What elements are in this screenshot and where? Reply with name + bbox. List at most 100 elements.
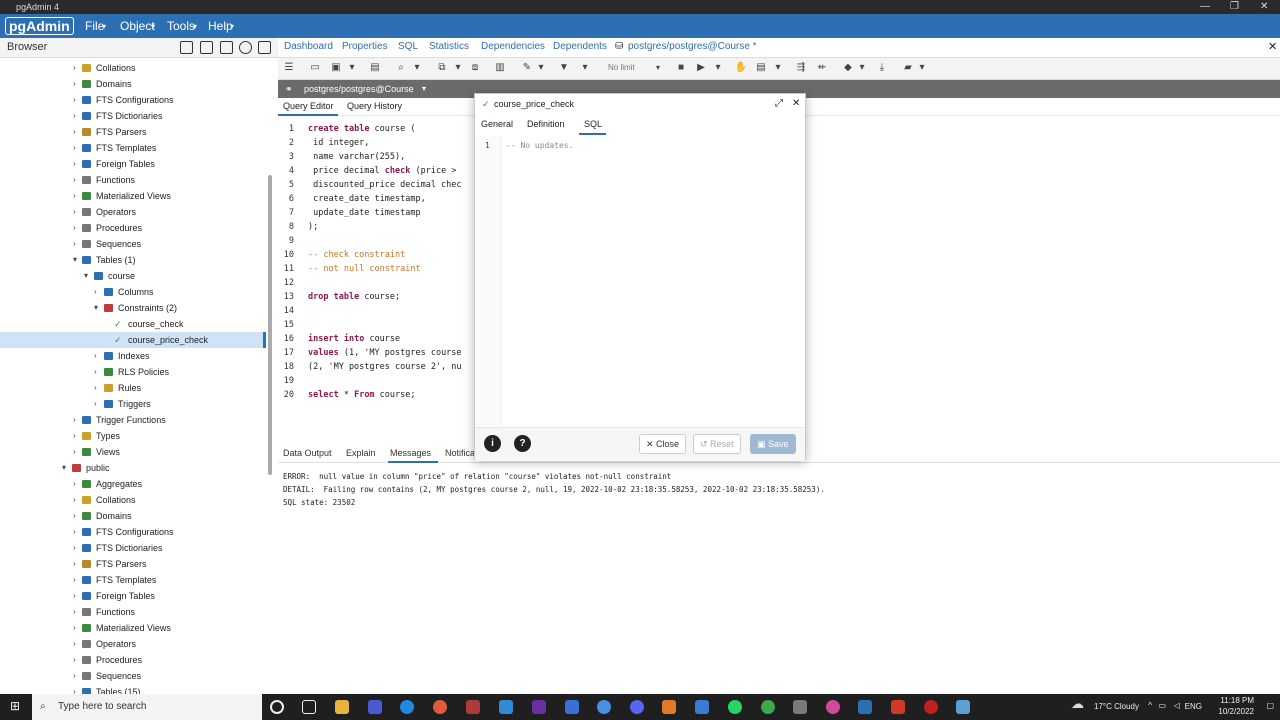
clock-time[interactable]: 11:18 PM [1220,696,1254,705]
weather-text[interactable]: 17°C Cloudy [1094,702,1139,711]
tree-item[interactable]: ✓ course_price_check [0,332,266,348]
delete-icon[interactable]: ▥ [493,61,507,75]
chevron-right-icon[interactable]: › [73,140,76,156]
tree-item[interactable]: › FTS Parsers [0,124,266,140]
chevron-down-icon[interactable]: ▾ [534,61,548,75]
app-icon[interactable] [466,700,480,714]
chevron-right-icon[interactable]: › [73,108,76,124]
macros-icon[interactable]: ▰ [901,61,915,75]
edit-icon[interactable]: ▤ [368,61,382,75]
psql-tool-icon[interactable] [258,41,271,54]
tree-item[interactable]: › FTS Configurations [0,92,266,108]
chevron-down-icon[interactable]: ▾ [410,61,424,75]
chevron-down-icon[interactable]: ▾ [711,61,725,75]
file-explorer-icon[interactable] [335,700,349,714]
filter-rows-icon[interactable] [220,41,233,54]
tree-item[interactable]: ▾ Tables (1) [0,252,266,268]
tab-data-output[interactable]: Data Output [283,448,332,458]
chevron-down-icon[interactable]: ▾ [84,268,88,284]
chevron-right-icon[interactable]: › [73,572,76,588]
app-icon[interactable] [597,700,611,714]
tree-item[interactable]: › Triggers [0,396,266,412]
tree-item[interactable]: › FTS Configurations [0,524,266,540]
chevron-right-icon[interactable]: › [73,220,76,236]
chevron-right-icon[interactable]: › [73,92,76,108]
explain-icon[interactable]: ✋ [734,61,748,75]
windows-start-icon[interactable]: ⊞ [10,699,20,713]
volume-icon[interactable]: ◁ [1174,701,1180,710]
chevron-right-icon[interactable]: › [94,364,97,380]
chevron-right-icon[interactable]: › [94,380,97,396]
app-icon[interactable] [924,700,938,714]
tree-item[interactable]: › Aggregates [0,476,266,492]
tab-sql[interactable]: SQL [398,41,418,52]
chevron-right-icon[interactable]: › [73,204,76,220]
tab-dependents[interactable]: Dependents [553,41,607,52]
tree-item[interactable]: › Materialized Views [0,188,266,204]
chevron-right-icon[interactable]: › [73,636,76,652]
app-icon[interactable] [662,700,676,714]
tab-explain[interactable]: Explain [346,448,376,458]
minimize-icon[interactable]: — [1200,0,1210,14]
tab-statistics[interactable]: Statistics [429,41,469,52]
tree-item[interactable]: › Domains [0,76,266,92]
chevron-down-icon[interactable]: ▾ [771,61,785,75]
app-icon[interactable] [761,700,775,714]
close-button[interactable]: ✕ Close [639,434,687,454]
chevron-down-icon[interactable]: ▾ [62,460,66,476]
app-icon[interactable] [695,700,709,714]
tree-item[interactable]: › Operators [0,636,266,652]
object-properties-icon[interactable] [180,41,193,54]
chevron-right-icon[interactable]: › [94,284,97,300]
chevron-down-icon[interactable]: ▾ [422,80,426,98]
tree-item[interactable]: › Sequences [0,668,266,684]
explain-analyze-icon[interactable]: ▤ [754,61,768,75]
chevron-right-icon[interactable]: › [73,236,76,252]
tree-item[interactable]: › Materialized Views [0,620,266,636]
task-view-icon[interactable] [302,700,316,714]
language-indicator[interactable]: ENG [1185,702,1202,711]
tree-item[interactable]: ✓ course_check [0,316,266,332]
tab-definition[interactable]: Definition [527,119,565,129]
edit-rows-icon[interactable]: ✎ [520,61,534,75]
notifications-icon[interactable]: ▢ [1266,701,1274,710]
network-icon[interactable]: ▭ [1158,701,1166,710]
tree-item[interactable]: › Procedures [0,652,266,668]
chevron-right-icon[interactable]: › [94,396,97,412]
copy-icon[interactable]: ⧉ [435,61,449,75]
chevron-right-icon[interactable]: › [73,508,76,524]
app-icon[interactable] [793,700,807,714]
menu-object[interactable]: Object [120,19,155,33]
app-icon[interactable] [532,700,546,714]
discord-icon[interactable] [630,700,644,714]
save-button[interactable]: ▣ Save [750,434,796,454]
tree-item[interactable]: › Procedures [0,220,266,236]
maximize-icon[interactable]: ⤢ [775,94,783,114]
chevron-right-icon[interactable]: › [73,556,76,572]
tab-dialog-sql[interactable]: SQL [584,119,602,129]
chevron-right-icon[interactable]: › [73,652,76,668]
tab-properties[interactable]: Properties [342,41,388,52]
chevron-right-icon[interactable]: › [73,588,76,604]
close-window-icon[interactable]: ✕ [1260,0,1268,14]
tree-scrollbar[interactable] [268,175,272,475]
chevron-right-icon[interactable]: › [73,604,76,620]
app-icon[interactable] [565,700,579,714]
tab-query-editor[interactable]: Query Editor [283,101,334,111]
tree-item[interactable]: › FTS Parsers [0,556,266,572]
tree-item[interactable]: › Foreign Tables [0,156,266,172]
pgadmin-taskbar-icon[interactable] [858,700,872,714]
tree-item[interactable]: › FTS Templates [0,140,266,156]
info-button[interactable]: i [484,435,501,452]
chevron-down-icon[interactable]: ▾ [855,61,869,75]
tab-query-tool[interactable]: postgres/postgres@Course * [628,41,757,52]
slack-icon[interactable] [826,700,840,714]
reset-button[interactable]: ↺ Reset [693,434,741,454]
close-icon[interactable]: ✕ [792,94,800,114]
paste-icon[interactable]: ⧈ [468,61,482,75]
tree-item[interactable]: ▾ course [0,268,266,284]
tree-item[interactable]: › Trigger Functions [0,412,266,428]
clock-date[interactable]: 10/2/2022 [1218,707,1254,716]
chevron-down-icon[interactable]: ▾ [94,300,98,316]
chevron-right-icon[interactable]: › [73,76,76,92]
